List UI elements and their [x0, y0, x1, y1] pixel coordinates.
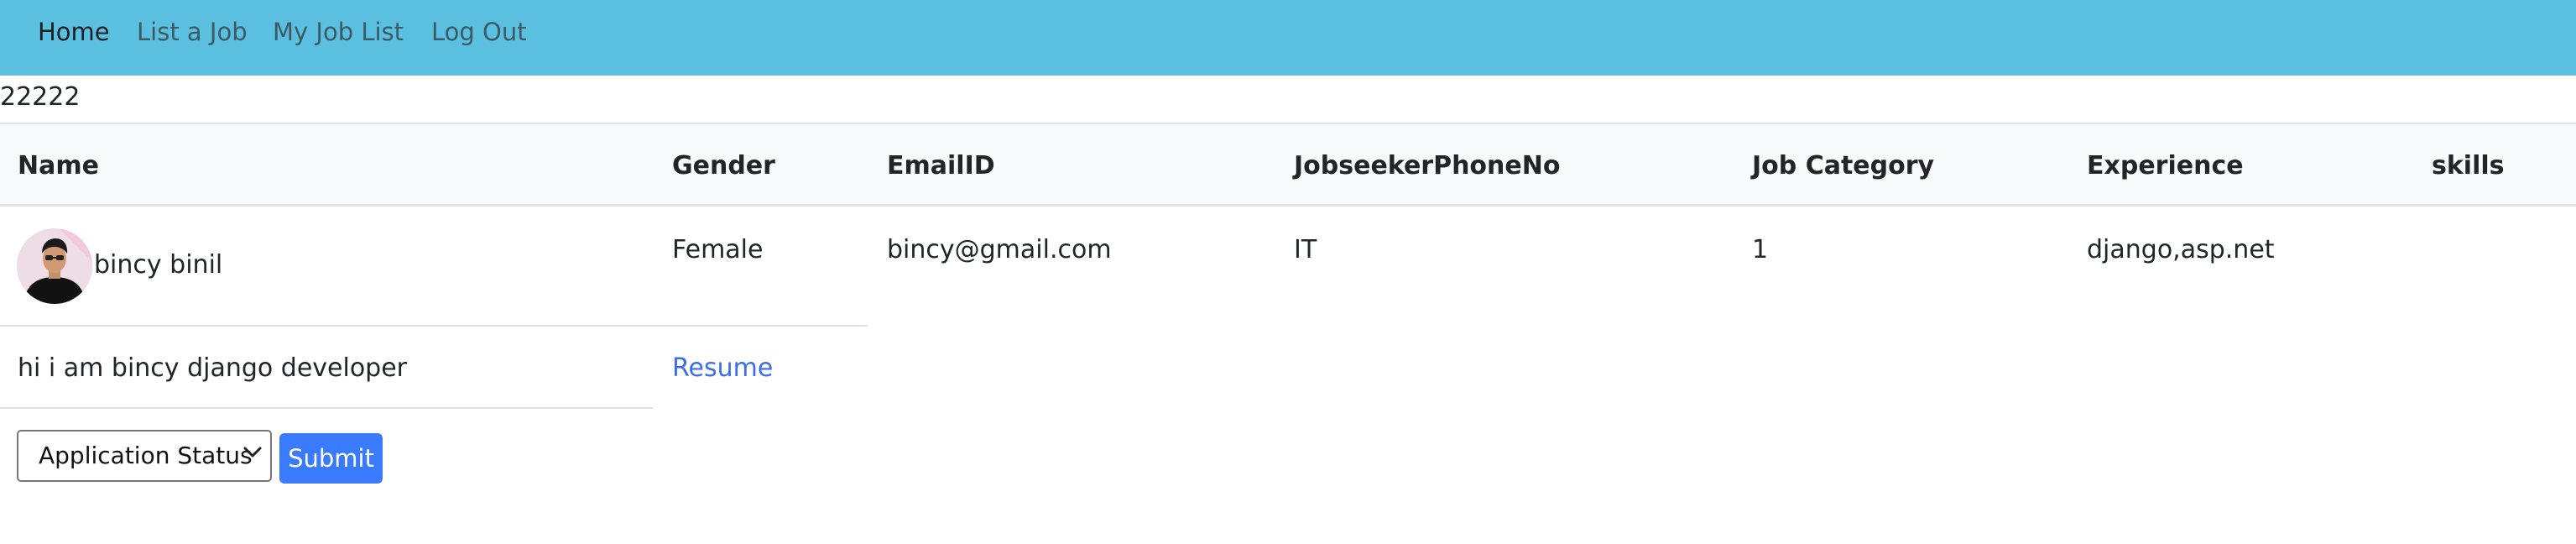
application-status-select[interactable]: Application Status	[17, 430, 272, 482]
nav-home-link[interactable]: Home	[38, 17, 110, 47]
application-status-selected-value: Application Status	[39, 442, 253, 469]
applicant-phone: IT	[1294, 235, 1317, 264]
job-id-text: 22222	[0, 82, 81, 112]
chevron-down-icon	[243, 447, 262, 458]
column-header-phone: JobseekerPhoneNo	[1294, 151, 1561, 180]
avatar	[17, 228, 92, 304]
column-header-emailid: EmailID	[887, 151, 995, 180]
column-header-skills: skills	[2432, 151, 2505, 180]
applicant-email: bincy@gmail.com	[887, 235, 1112, 264]
column-header-job-category: Job Category	[1752, 151, 1935, 180]
submit-button[interactable]: Submit	[279, 433, 383, 484]
profile-photo-icon	[17, 228, 92, 304]
applicant-name: bincy binil	[94, 250, 223, 280]
column-header-gender: Gender	[672, 151, 775, 180]
nav-list-a-job-link[interactable]: List a Job	[137, 17, 248, 47]
row-divider	[0, 325, 868, 327]
applicant-experience: django,asp.net	[2087, 235, 2275, 264]
column-header-name: Name	[18, 151, 99, 180]
applicant-job-category: 1	[1752, 235, 1769, 264]
row-divider	[0, 407, 653, 409]
resume-link[interactable]: Resume	[672, 353, 773, 384]
nav-log-out-link[interactable]: Log Out	[431, 17, 527, 47]
nav-my-job-list-link[interactable]: My Job List	[273, 17, 404, 47]
applicant-bio: hi i am bincy django developer	[18, 353, 408, 383]
column-header-experience: Experience	[2087, 151, 2244, 180]
applicant-gender: Female	[672, 235, 764, 264]
top-navbar: Home List a Job My Job List Log Out	[0, 0, 2576, 76]
